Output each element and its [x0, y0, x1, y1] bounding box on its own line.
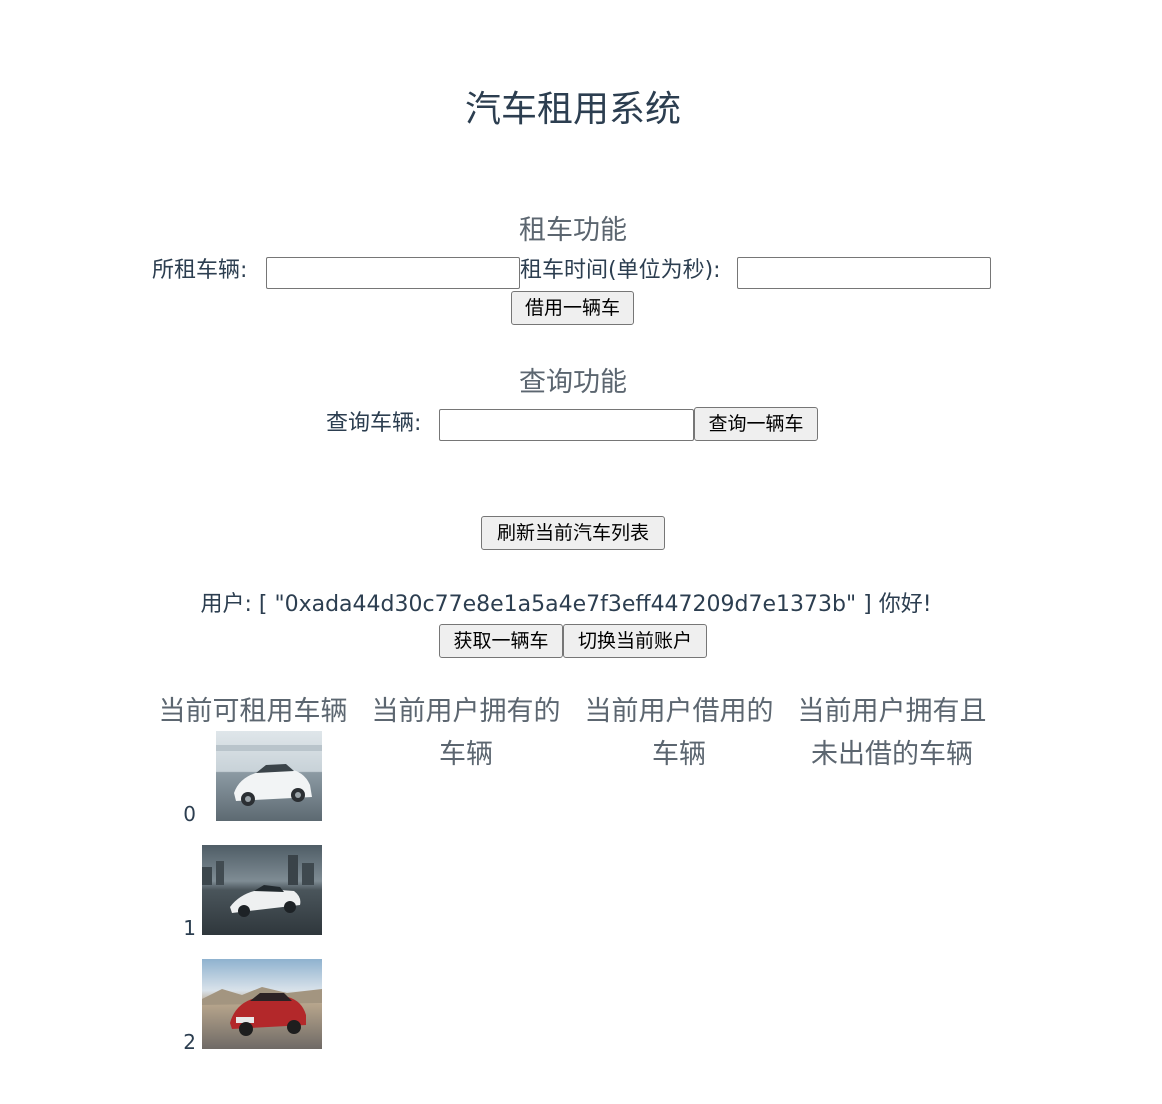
user-prefix: 用户: [ — [200, 592, 275, 617]
column-owned-not-lent-cars: 当前用户拥有且未出借的车辆 — [797, 696, 987, 770]
switch-account-button[interactable]: 切换当前账户 — [563, 624, 707, 658]
car-image-1[interactable] — [202, 845, 322, 935]
rent-duration-input[interactable] — [737, 257, 991, 289]
car-image-0[interactable] — [216, 731, 322, 821]
porsche-photo-icon — [216, 731, 322, 821]
query-vehicle-input[interactable] — [439, 409, 694, 441]
rent-section-title: 租车功能 — [519, 215, 627, 246]
user-suffix: ] 你好! — [856, 592, 932, 617]
car-index-1: 1 — [183, 916, 196, 940]
get-car-button[interactable]: 获取一辆车 — [439, 624, 563, 658]
query-section-title: 查询功能 — [519, 367, 627, 398]
user-greeting: 用户: [ "0xada44d30c77e8e1a5a4e7f3eff44720… — [0, 590, 1132, 620]
rent-duration-label: 租车时间(单位为秒): — [520, 258, 721, 283]
page: 汽车租用系统 租车功能 所租车辆: 租车时间(单位为秒): 借用一辆车 查询功能… — [0, 0, 1162, 1104]
refresh-car-list-button[interactable]: 刷新当前汽车列表 — [481, 516, 665, 550]
column-borrowed-cars: 当前用户借用的车辆 — [584, 696, 774, 770]
query-car-button[interactable]: 查询一辆车 — [694, 407, 818, 441]
car-index-0: 0 — [183, 802, 196, 826]
column-available-cars: 当前可租用车辆 — [158, 696, 348, 727]
car-index-2: 2 — [183, 1030, 196, 1054]
query-vehicle-label: 查询车辆: — [326, 411, 422, 436]
rent-vehicle-input[interactable] — [266, 257, 520, 289]
rent-vehicle-label: 所租车辆: — [152, 258, 248, 283]
user-address: "0xada44d30c77e8e1a5a4e7f3eff447209d7e13… — [274, 592, 857, 617]
column-owned-cars: 当前用户拥有的车辆 — [371, 696, 561, 770]
rent-car-button[interactable]: 借用一辆车 — [511, 291, 634, 325]
page-title: 汽车租用系统 — [464, 89, 681, 130]
bmw-photo-icon — [202, 959, 322, 1049]
car-image-2[interactable] — [202, 959, 322, 1049]
lamborghini-photo-icon — [202, 845, 322, 935]
